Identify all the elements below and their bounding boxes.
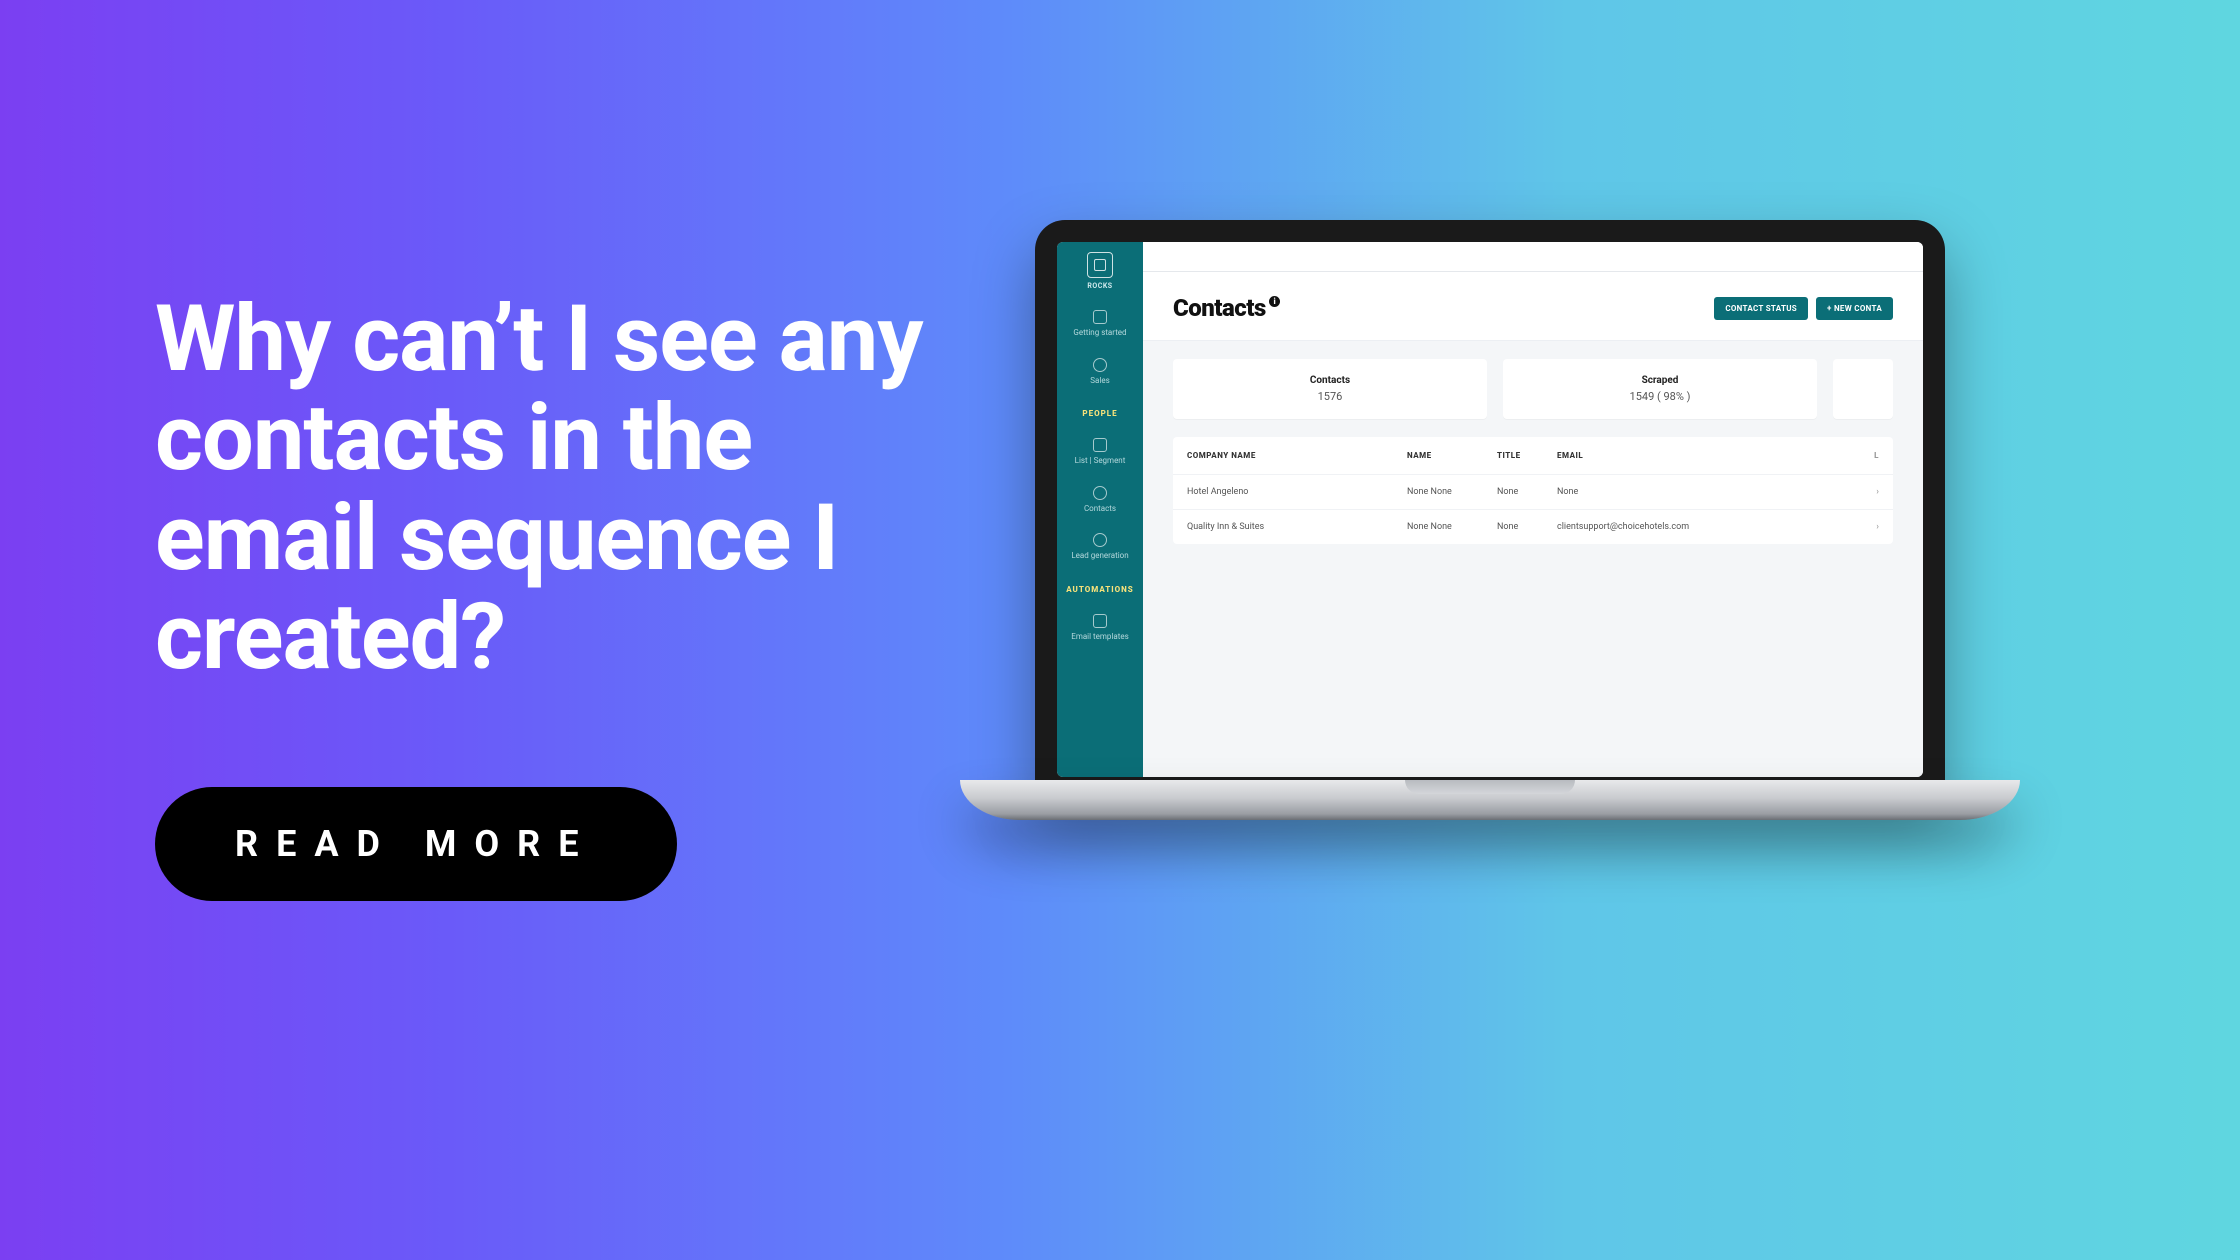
col-title: TITLE — [1497, 451, 1557, 460]
cell-title: None — [1497, 487, 1557, 497]
cell-title: None — [1497, 522, 1557, 532]
laptop-mockup: ROCKS Getting started Sales PEOPLE List … — [960, 220, 2020, 940]
lead-gen-icon — [1093, 533, 1107, 547]
app-topbar — [1143, 242, 1923, 272]
sales-icon — [1093, 358, 1107, 372]
cell-company: Hotel Angeleno — [1187, 487, 1407, 497]
app-sidebar: ROCKS Getting started Sales PEOPLE List … — [1057, 242, 1143, 777]
cell-email: clientsupport@choicehotels.com — [1557, 522, 1859, 532]
sidebar-item-label: Sales — [1090, 376, 1109, 386]
email-templates-icon — [1093, 614, 1107, 628]
sidebar-item-email-templates[interactable]: Email templates — [1067, 614, 1132, 642]
sidebar-item-sales[interactable]: Sales — [1086, 358, 1113, 386]
sidebar-item-label: Email templates — [1071, 632, 1128, 642]
hero: Why can’t I see any contacts in the emai… — [155, 290, 975, 901]
cell-name: None None — [1407, 522, 1497, 532]
brand-logo-icon — [1087, 252, 1113, 278]
contacts-icon — [1093, 486, 1107, 500]
sidebar-section-automations: AUTOMATIONS — [1066, 585, 1134, 594]
contact-status-button[interactable]: CONTACT STATUS — [1714, 297, 1808, 320]
contacts-table: COMPANY NAME NAME TITLE EMAIL L Hotel An… — [1173, 437, 1893, 544]
app-screen: ROCKS Getting started Sales PEOPLE List … — [1057, 242, 1923, 777]
table-row[interactable]: Hotel Angeleno None None None None › — [1173, 474, 1893, 509]
read-more-button[interactable]: READ MORE — [155, 787, 677, 901]
info-icon[interactable]: i — [1269, 296, 1280, 307]
hero-title: Why can’t I see any contacts in the emai… — [155, 290, 975, 687]
table-row[interactable]: Quality Inn & Suites None None None clie… — [1173, 509, 1893, 544]
cell-company: Quality Inn & Suites — [1187, 522, 1407, 532]
sidebar-item-getting-started[interactable]: Getting started — [1069, 310, 1130, 338]
cell-name: None None — [1407, 487, 1497, 497]
laptop-notch — [1405, 780, 1575, 794]
sidebar-item-label: Contacts — [1084, 504, 1116, 514]
stat-card-partial — [1833, 359, 1893, 419]
sidebar-item-label: List | Segment — [1075, 456, 1126, 466]
cell-email: None — [1557, 487, 1859, 497]
app-main: Contacts i CONTACT STATUS + NEW CONTA Co… — [1143, 242, 1923, 777]
col-email: EMAIL — [1557, 451, 1859, 460]
sidebar-item-contacts[interactable]: Contacts — [1080, 486, 1120, 514]
table-header-row: COMPANY NAME NAME TITLE EMAIL L — [1173, 437, 1893, 474]
sidebar-item-label: Lead generation — [1071, 551, 1128, 561]
page-title-text: Contacts — [1173, 294, 1266, 322]
col-name: NAME — [1407, 451, 1497, 460]
list-icon — [1093, 438, 1107, 452]
page-title: Contacts i — [1173, 294, 1280, 322]
getting-started-icon — [1093, 310, 1107, 324]
stat-label: Contacts — [1183, 375, 1477, 386]
stat-value: 1549 ( 98% ) — [1513, 390, 1807, 403]
sidebar-item-list-segment[interactable]: List | Segment — [1071, 438, 1130, 466]
sidebar-item-label: Getting started — [1073, 328, 1126, 338]
stat-value: 1576 — [1183, 390, 1477, 403]
laptop-base — [960, 780, 2020, 820]
stat-label: Scraped — [1513, 375, 1807, 386]
app-header: Contacts i CONTACT STATUS + NEW CONTA — [1143, 272, 1923, 341]
chevron-right-icon: › — [1859, 487, 1879, 497]
brand-logo-text: ROCKS — [1087, 282, 1112, 290]
stat-card-contacts: Contacts 1576 — [1173, 359, 1487, 419]
new-contact-button[interactable]: + NEW CONTA — [1816, 297, 1893, 320]
stat-card-scraped: Scraped 1549 ( 98% ) — [1503, 359, 1817, 419]
sidebar-item-lead-generation[interactable]: Lead generation — [1067, 533, 1132, 561]
stats-row: Contacts 1576 Scraped 1549 ( 98% ) — [1143, 341, 1923, 419]
header-buttons: CONTACT STATUS + NEW CONTA — [1714, 297, 1893, 320]
col-company: COMPANY NAME — [1187, 451, 1407, 460]
chevron-right-icon: › — [1859, 522, 1879, 532]
col-extra: L — [1859, 451, 1879, 460]
laptop-screen-frame: ROCKS Getting started Sales PEOPLE List … — [1035, 220, 1945, 795]
sidebar-section-people: PEOPLE — [1082, 409, 1117, 418]
